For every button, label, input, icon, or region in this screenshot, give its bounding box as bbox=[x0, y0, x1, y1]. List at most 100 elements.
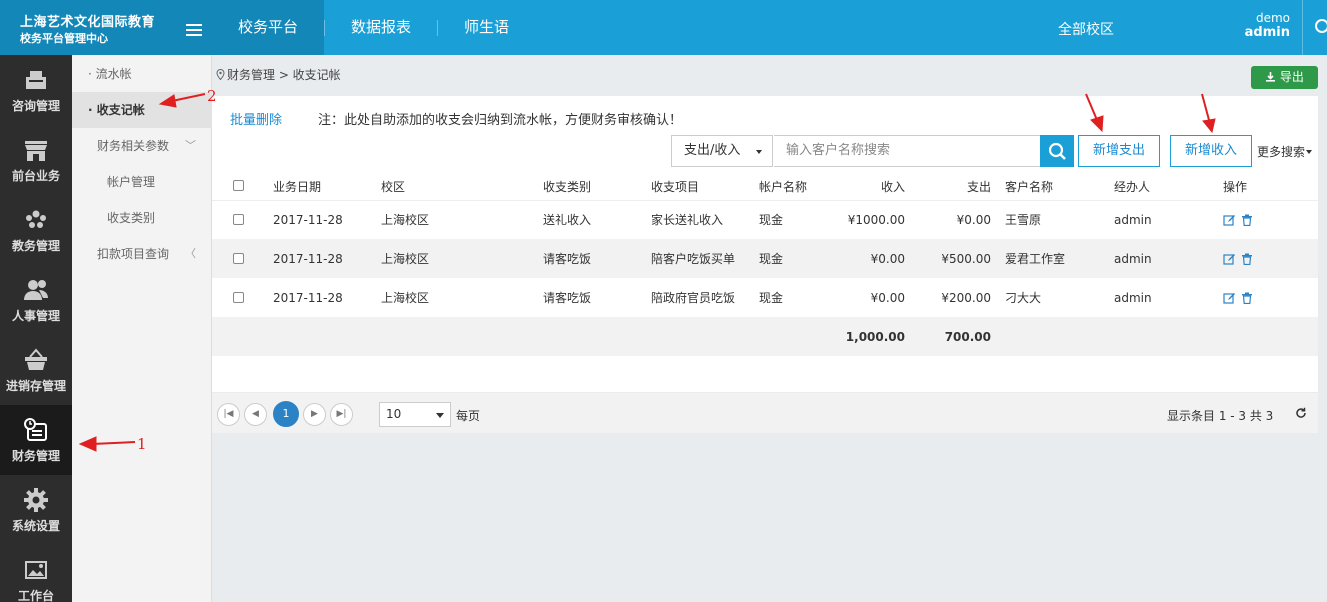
top-nav: 校务平台 数据报表 师生语 bbox=[212, 0, 535, 55]
per-page-label: 每页 bbox=[456, 409, 481, 423]
tab-data-report[interactable]: 数据报表 bbox=[325, 0, 437, 55]
export-button[interactable]: 导出 bbox=[1251, 66, 1318, 89]
module-inventory[interactable]: 进销存管理 bbox=[0, 335, 72, 405]
submenu-deduction-query[interactable]: 扣款项目查询 〈 bbox=[72, 236, 212, 272]
cell-item: 陪客户吃饭买单 bbox=[651, 239, 759, 278]
type-filter-value: 支出/收入 bbox=[684, 143, 741, 158]
col-header-account[interactable]: 帐户名称 bbox=[759, 173, 819, 201]
submenu-account-mgmt[interactable]: 帐户管理 bbox=[72, 164, 212, 200]
module-label: 工作台 bbox=[17, 589, 54, 602]
row-select-cell[interactable] bbox=[212, 200, 273, 239]
cell-handler: admin bbox=[1100, 278, 1209, 317]
cell-item: 陪政府官员吃饭 bbox=[651, 278, 759, 317]
edit-icon[interactable] bbox=[1223, 292, 1235, 304]
gear-icon bbox=[24, 488, 48, 512]
col-header-expense[interactable]: 支出 bbox=[905, 173, 991, 201]
next-page-button[interactable]: ▶ bbox=[303, 403, 326, 426]
module-front-desk[interactable]: 前台业务 bbox=[0, 125, 72, 195]
module-workbench[interactable]: 工作台 bbox=[0, 545, 72, 602]
module-label: 咨询管理 bbox=[11, 99, 60, 113]
type-filter-select[interactable]: 支出/收入 bbox=[671, 135, 773, 167]
col-header-date[interactable]: 业务日期 bbox=[273, 173, 381, 201]
module-hr[interactable]: 人事管理 bbox=[0, 265, 72, 335]
menu-toggle-icon[interactable] bbox=[186, 24, 202, 36]
cell-actions bbox=[1209, 200, 1318, 239]
refresh-icon[interactable] bbox=[1295, 407, 1307, 419]
module-settings[interactable]: 系统设置 bbox=[0, 475, 72, 545]
edit-icon[interactable] bbox=[1223, 214, 1235, 226]
customer-search-input[interactable]: 输入客户名称搜索 bbox=[774, 135, 1041, 167]
module-consult[interactable]: 咨询管理 bbox=[0, 55, 72, 125]
cell-actions bbox=[1209, 278, 1318, 317]
campus-selector[interactable]: 全部校区 bbox=[1058, 19, 1114, 39]
annotation-label-2: 2 bbox=[207, 87, 217, 105]
module-sidebar: 咨询管理 前台业务 教务管理 人事管理 进销存管理 财务管理 系统设置 工作台 bbox=[0, 55, 72, 602]
col-header-income[interactable]: 收入 bbox=[819, 173, 905, 201]
submenu-category[interactable]: 收支类别 bbox=[72, 200, 212, 236]
col-header-item[interactable]: 收支项目 bbox=[651, 173, 759, 201]
table-header-row: 业务日期 校区 收支类别 收支项目 帐户名称 收入 支出 客户名称 经办人 操作 bbox=[212, 173, 1318, 201]
select-all-cell[interactable] bbox=[212, 173, 273, 201]
cell-campus: 上海校区 bbox=[381, 239, 543, 278]
annotation-label-1: 1 bbox=[137, 435, 147, 453]
power-icon bbox=[1315, 19, 1327, 33]
module-finance[interactable]: 财务管理 bbox=[0, 405, 72, 475]
prev-page-button[interactable]: ◀ bbox=[244, 403, 267, 426]
submenu-label: 财务相关参数 bbox=[97, 139, 170, 153]
current-page[interactable]: 1 bbox=[273, 401, 299, 427]
cell-account: 现金 bbox=[759, 239, 819, 278]
add-expense-button[interactable]: 新增支出 bbox=[1078, 135, 1160, 167]
tab-school-platform[interactable]: 校务平台 bbox=[212, 0, 325, 55]
search-button[interactable] bbox=[1040, 135, 1074, 167]
delete-icon[interactable] bbox=[1241, 214, 1253, 226]
top-bar: 上海艺术文化国际教育 校务平台管理中心 校务平台 数据报表 师生语 全部校区 d… bbox=[0, 0, 1327, 55]
user-role: admin bbox=[1244, 25, 1290, 40]
row-select-cell[interactable] bbox=[212, 278, 273, 317]
delete-icon[interactable] bbox=[1241, 292, 1253, 304]
add-income-button[interactable]: 新增收入 bbox=[1170, 135, 1252, 167]
cell-campus: 上海校区 bbox=[381, 278, 543, 317]
page-size-select[interactable]: 10 bbox=[379, 402, 451, 427]
basket-icon bbox=[25, 348, 47, 370]
logout-button[interactable] bbox=[1302, 0, 1327, 55]
brand: 上海艺术文化国际教育 校务平台管理中心 bbox=[0, 0, 212, 55]
cell-item: 家长送礼收入 bbox=[651, 200, 759, 239]
last-page-button[interactable]: ▶| bbox=[330, 403, 353, 426]
cell-account: 现金 bbox=[759, 278, 819, 317]
delete-icon[interactable] bbox=[1241, 253, 1253, 265]
col-header-category[interactable]: 收支类别 bbox=[543, 173, 651, 201]
select-all-checkbox[interactable] bbox=[233, 180, 244, 192]
first-page-button[interactable]: |◀ bbox=[217, 403, 240, 426]
store-icon bbox=[25, 141, 47, 161]
module-academic[interactable]: 教务管理 bbox=[0, 195, 72, 265]
row-checkbox[interactable] bbox=[233, 291, 244, 303]
cell-category: 请客吃饭 bbox=[543, 239, 651, 278]
more-search-toggle[interactable]: 更多搜索 bbox=[1257, 143, 1313, 160]
cell-account: 现金 bbox=[759, 200, 819, 239]
row-checkbox[interactable] bbox=[233, 252, 244, 264]
batch-delete-link[interactable]: 批量删除 bbox=[230, 109, 282, 128]
col-header-customer[interactable]: 客户名称 bbox=[991, 173, 1100, 201]
totals-spacer bbox=[212, 317, 273, 356]
submenu-journal[interactable]: · 流水帐 bbox=[72, 56, 212, 92]
col-header-campus[interactable]: 校区 bbox=[381, 173, 543, 201]
finance-icon bbox=[24, 418, 47, 441]
cell-customer: 王雪原 bbox=[991, 200, 1100, 239]
caret-down-icon bbox=[756, 150, 762, 154]
totals-row: 1,000.00 700.00 bbox=[212, 317, 1318, 356]
notice-text: 注：此处自助添加的收支会归纳到流水帐，方便财务审核确认！ bbox=[318, 113, 683, 128]
submenu-income-expense[interactable]: · 收支记帐 bbox=[72, 92, 212, 128]
image-icon bbox=[25, 561, 47, 579]
totals-spacer bbox=[991, 317, 1100, 356]
col-header-handler[interactable]: 经办人 bbox=[1100, 173, 1209, 201]
cell-date: 2017-11-28 bbox=[273, 278, 381, 317]
module-label: 进销存管理 bbox=[5, 379, 66, 393]
row-checkbox[interactable] bbox=[233, 213, 244, 225]
edit-icon[interactable] bbox=[1223, 253, 1235, 265]
user-info[interactable]: demo admin bbox=[1240, 11, 1290, 40]
submenu-finance-params[interactable]: 财务相关参数 ﹀ bbox=[72, 128, 212, 164]
row-select-cell[interactable] bbox=[212, 239, 273, 278]
records-panel: 批量删除 注：此处自助添加的收支会归纳到流水帐，方便财务审核确认！ 支出/收入 … bbox=[212, 96, 1318, 433]
users-icon bbox=[24, 280, 48, 300]
tab-teacher-student[interactable]: 师生语 bbox=[438, 0, 535, 55]
